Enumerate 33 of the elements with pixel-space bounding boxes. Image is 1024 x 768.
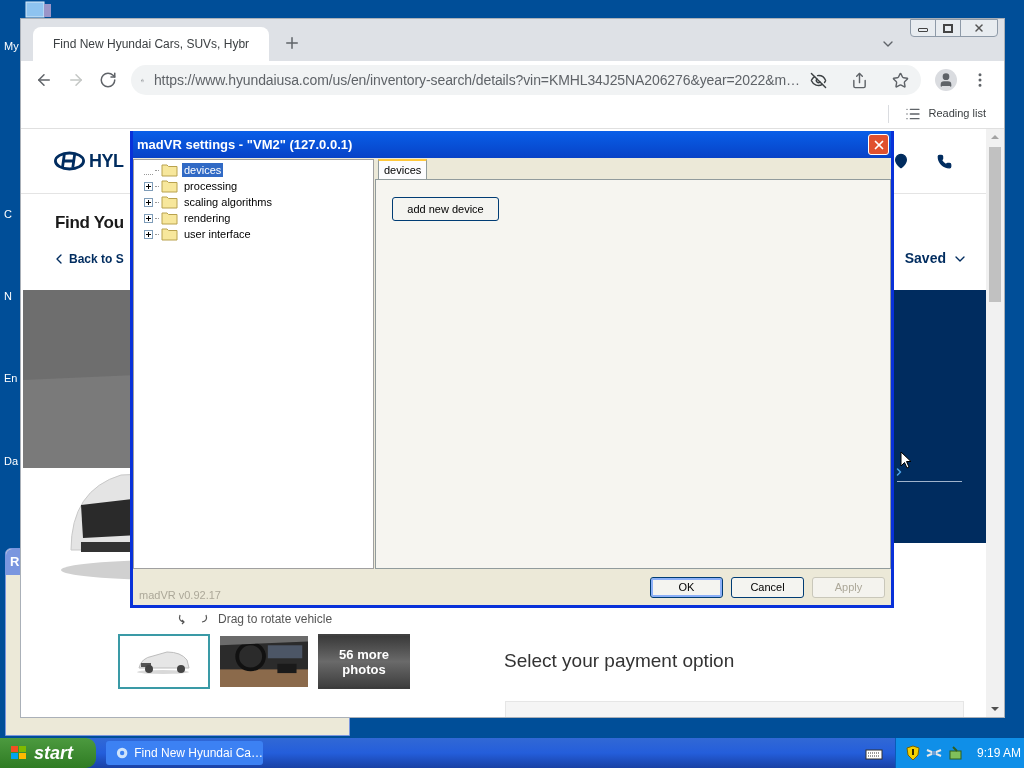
settings-tab[interactable]: devices (378, 159, 428, 179)
window-title: R (10, 553, 20, 572)
desktop-icon-label[interactable]: C (4, 208, 12, 221)
payment-heading: Select your payment option (503, 649, 736, 673)
add-device-button[interactable]: add new device (392, 197, 499, 222)
address-bar[interactable]: https://www.hyundaiusa.com/us/en/inventory-search/details?vin=KMHL34J25NA206276&year=2022&m… (131, 65, 921, 95)
rotate-hint: Drag to rotate vehicle (218, 611, 333, 628)
dialog-button[interactable]: OK (650, 576, 723, 598)
taskbar-button[interactable]: Find New Hyundai Ca… (106, 741, 263, 765)
tree-item[interactable]: processing (182, 179, 240, 193)
desktop-icon-label[interactable]: En (4, 372, 18, 385)
url-text: https://www.hyundaiusa.com/us/en/inventory-search/details?vin=KMHL34J25NA206276&year=2022&m… (153, 70, 800, 90)
saved-dropdown[interactable]: Saved (904, 248, 968, 269)
tree-item[interactable]: rendering (182, 211, 233, 225)
browser-tab[interactable]: Find New Hyundai Cars, SUVs, Hybr (33, 27, 269, 61)
reading-list-link[interactable]: Reading list (928, 105, 986, 122)
more-photos-label: 56 more photos (338, 646, 390, 677)
back-link[interactable]: Back to S (51, 249, 124, 268)
tree-item[interactable]: devices (182, 163, 224, 177)
page-heading: Find You (55, 212, 124, 234)
dialog-title: madVR settings - "VM2" (127.0.0.1) (137, 135, 353, 154)
logo-text: HYL (89, 149, 124, 173)
version-label: madVR v0.92.17 (139, 587, 221, 603)
desktop-icon-label[interactable]: My (4, 40, 19, 53)
clock: 9:19 AM (977, 745, 1022, 762)
desktop-icon-label[interactable]: N (4, 290, 12, 303)
desktop-icon-label[interactable]: Da (4, 455, 19, 468)
tree-item[interactable]: user interface (182, 227, 253, 241)
dialog-button[interactable]: Cancel (731, 576, 804, 598)
tree-item[interactable]: scaling algorithms (182, 195, 275, 209)
thumbnail[interactable]: 56 more photos (318, 634, 410, 689)
start-button[interactable]: start (0, 738, 96, 768)
tab-title: Find New Hyundai Cars, SUVs, Hybr (53, 36, 250, 53)
